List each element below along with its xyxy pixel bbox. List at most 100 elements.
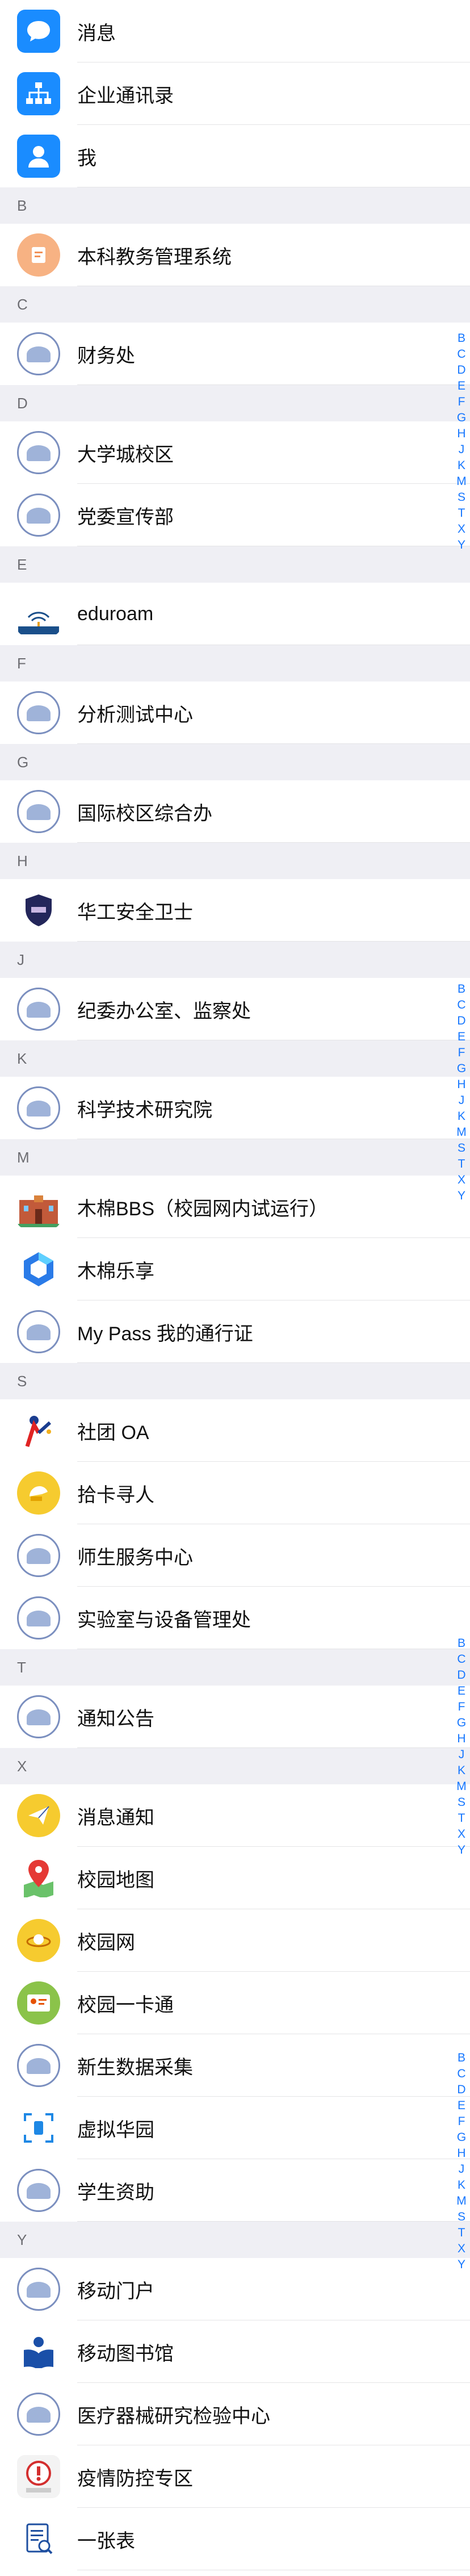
app-list-item[interactable]: 移动门户 xyxy=(0,2258,470,2320)
index-letter[interactable]: S xyxy=(458,1140,465,1156)
index-letter[interactable]: K xyxy=(458,1763,465,1779)
index-letter[interactable]: D xyxy=(457,1013,465,1029)
index-letter[interactable]: F xyxy=(458,2114,465,2130)
index-letter[interactable]: F xyxy=(458,394,465,410)
app-list-item[interactable]: 纪委办公室、监察处 xyxy=(0,978,470,1040)
app-list-item[interactable]: 校园网 xyxy=(0,1909,470,1972)
index-letter[interactable]: Y xyxy=(458,2257,465,2273)
app-list-item[interactable]: 财务处 xyxy=(0,323,470,385)
app-list-item[interactable]: 一张表 xyxy=(0,2508,470,2570)
index-letter[interactable]: M xyxy=(456,1124,467,1140)
index-letter[interactable]: S xyxy=(458,1795,465,1810)
index-letter[interactable]: B xyxy=(458,981,465,997)
index-letter[interactable]: J xyxy=(459,1093,465,1109)
app-list-item[interactable]: 消息 xyxy=(0,0,470,62)
index-letter[interactable]: X xyxy=(458,521,465,537)
app-list-item[interactable]: 疫情防控专区 xyxy=(0,2445,470,2508)
index-letter[interactable]: M xyxy=(456,2193,467,2209)
app-list-item[interactable]: 学生资助 xyxy=(0,2159,470,2222)
index-letter[interactable]: F xyxy=(458,1045,465,1061)
app-list-item[interactable]: 通知公告 xyxy=(0,1686,470,1748)
index-letter[interactable]: Y xyxy=(458,1842,465,1858)
app-list-item[interactable]: eduroam xyxy=(0,583,470,645)
index-letter[interactable]: D xyxy=(457,1667,465,1683)
index-letter[interactable]: E xyxy=(458,1683,465,1699)
index-letter[interactable]: H xyxy=(457,1077,465,1093)
index-letter[interactable]: S xyxy=(458,2209,465,2225)
app-label: 消息 xyxy=(77,22,116,44)
app-list-item[interactable]: 本科教务管理系统 xyxy=(0,224,470,286)
index-letter[interactable]: K xyxy=(458,1109,465,1124)
index-letter[interactable]: X xyxy=(458,1172,465,1188)
app-list-item[interactable]: 校园一卡通 xyxy=(0,1972,470,2034)
app-list-item[interactable]: 国际校区综合办 xyxy=(0,780,470,843)
app-list-item[interactable]: 我 xyxy=(0,125,470,187)
app-list-item[interactable]: 医疗器械研究检验中心 xyxy=(0,2383,470,2445)
app-list-item[interactable]: My Pass 我的通行证 xyxy=(0,1300,470,1363)
index-letter[interactable]: T xyxy=(458,2225,465,2241)
app-list-item[interactable]: 社团 OA xyxy=(0,1399,470,1462)
index-letter[interactable]: C xyxy=(457,1651,465,1667)
index-letter[interactable]: T xyxy=(458,505,465,521)
index-letter[interactable]: D xyxy=(457,2082,465,2098)
index-letter[interactable]: H xyxy=(457,426,465,442)
index-letter[interactable]: T xyxy=(458,1156,465,1172)
app-list-item[interactable]: 木棉BBS（校园网内试运行） xyxy=(0,1176,470,1238)
index-letter[interactable]: F xyxy=(458,1699,465,1715)
app-list-item[interactable]: 消息通知 xyxy=(0,1784,470,1847)
index-letter[interactable]: E xyxy=(458,2098,465,2114)
hexagon-share-icon xyxy=(17,1248,60,1291)
alphabet-index[interactable]: BCDEFGHJKMSTXY xyxy=(455,2050,468,2273)
index-letter[interactable]: C xyxy=(457,346,465,362)
index-letter[interactable]: M xyxy=(456,474,467,490)
index-letter[interactable]: C xyxy=(457,997,465,1013)
index-letter[interactable]: X xyxy=(458,1826,465,1842)
index-letter[interactable]: H xyxy=(457,1731,465,1747)
app-list-item[interactable]: 实验室与设备管理处 xyxy=(0,1587,470,1649)
index-letter[interactable]: J xyxy=(459,1747,465,1763)
app-list-item[interactable]: 移动图书馆 xyxy=(0,2320,470,2383)
index-letter[interactable]: T xyxy=(458,1810,465,1826)
app-list-item[interactable]: 华工安全卫士 xyxy=(0,879,470,942)
index-letter[interactable]: Y xyxy=(458,537,465,553)
index-letter[interactable]: E xyxy=(458,378,465,394)
index-letter[interactable]: B xyxy=(458,2050,465,2066)
app-list-item[interactable]: 党委宣传部 xyxy=(0,484,470,546)
index-letter[interactable]: D xyxy=(457,362,465,378)
app-list-item[interactable]: 科学技术研究院 xyxy=(0,1077,470,1139)
index-letter[interactable]: G xyxy=(457,2130,466,2146)
index-letter[interactable]: G xyxy=(457,1061,466,1077)
index-letter[interactable]: G xyxy=(457,1715,466,1731)
index-letter[interactable]: J xyxy=(459,2161,465,2177)
university-seal-icon xyxy=(17,2044,60,2087)
section-header: Y xyxy=(0,2222,470,2258)
app-label: 校园一卡通 xyxy=(77,1994,174,2016)
index-letter[interactable]: C xyxy=(457,2066,465,2082)
index-letter[interactable]: K xyxy=(458,458,465,474)
index-letter[interactable]: J xyxy=(459,442,465,458)
app-list-item[interactable]: 拾卡寻人 xyxy=(0,1462,470,1524)
index-letter[interactable]: K xyxy=(458,2177,465,2193)
index-letter[interactable]: H xyxy=(457,2146,465,2161)
index-letter[interactable]: G xyxy=(457,410,466,426)
app-label: 大学城校区 xyxy=(77,444,174,466)
alphabet-index[interactable]: BCDEFGHJKMSTXY xyxy=(455,981,468,1204)
index-letter[interactable]: B xyxy=(458,331,465,346)
index-letter[interactable]: M xyxy=(456,1779,467,1795)
app-label: 科学技术研究院 xyxy=(77,1099,212,1121)
app-list-item[interactable]: 木棉乐享 xyxy=(0,1238,470,1300)
index-letter[interactable]: S xyxy=(458,490,465,505)
app-list-item[interactable]: 分析测试中心 xyxy=(0,681,470,744)
index-letter[interactable]: Y xyxy=(458,1188,465,1204)
index-letter[interactable]: X xyxy=(458,2241,465,2257)
app-list-item[interactable]: 企业通讯录 xyxy=(0,62,470,125)
alphabet-index[interactable]: BCDEFGHJKMSTXY xyxy=(455,331,468,553)
app-list-item[interactable]: 虚拟华园 xyxy=(0,2097,470,2159)
alphabet-index[interactable]: BCDEFGHJKMSTXY xyxy=(455,1636,468,1858)
app-list-item[interactable]: 校园地图 xyxy=(0,1847,470,1909)
app-list-item[interactable]: 大学城校区 xyxy=(0,421,470,484)
index-letter[interactable]: B xyxy=(458,1636,465,1651)
index-letter[interactable]: E xyxy=(458,1029,465,1045)
app-list-item[interactable]: 师生服务中心 xyxy=(0,1524,470,1587)
app-list-item[interactable]: 新生数据采集 xyxy=(0,2034,470,2097)
